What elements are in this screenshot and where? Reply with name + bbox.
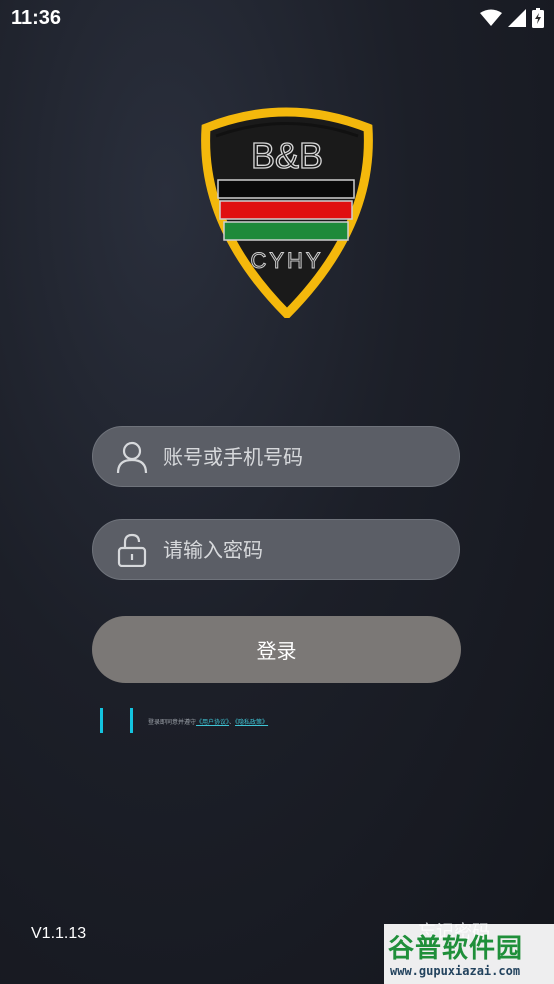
password-input[interactable] (161, 536, 459, 563)
watermark-url: www.gupuxiazai.com (390, 964, 521, 978)
app-logo: B&B CYHY (196, 106, 378, 321)
status-icons (480, 8, 544, 28)
agreement-text: 登录即同意并遵守《用户协议》、《隐私政策》 (148, 717, 268, 726)
user-icon (115, 440, 149, 474)
watermark: 谷普软件园 www.gupuxiazai.com (384, 924, 554, 984)
login-button[interactable]: 登录 (92, 616, 461, 683)
logo-text-top: B&B (251, 135, 323, 176)
watermark-title: 谷普软件园 (388, 934, 524, 964)
agreement-row: 登录即同意并遵守《用户协议》、《隐私政策》 (98, 708, 298, 734)
unlock-icon (115, 533, 149, 567)
battery-icon (532, 8, 544, 28)
password-field[interactable] (92, 519, 460, 580)
agreement-label: 登录即同意并遵守 (148, 719, 197, 726)
agreement-divider (130, 708, 133, 733)
status-time: 11:36 (11, 7, 62, 29)
user-agreement-link[interactable]: 《用户协议》 (196, 719, 229, 726)
account-field[interactable] (92, 426, 460, 487)
cellular-signal-icon (508, 9, 526, 27)
agreement-checkbox[interactable] (100, 708, 103, 733)
logo-text-bottom: CYHY (250, 248, 323, 273)
app-version: V1.1.13 (31, 925, 87, 942)
wifi-icon (480, 9, 502, 27)
status-bar: 11:36 (0, 0, 554, 38)
privacy-policy-link[interactable]: 《隐私政策》 (235, 719, 268, 726)
account-input[interactable] (161, 443, 459, 470)
